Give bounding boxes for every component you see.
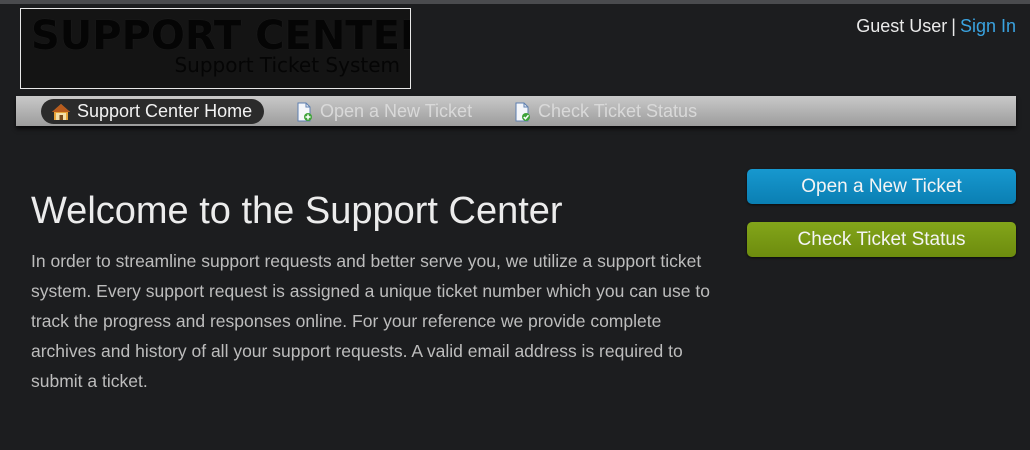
ticket-status-icon <box>515 102 530 121</box>
nav-home-label: Support Center Home <box>77 101 253 121</box>
nav-open-ticket-label: Open a New Ticket <box>320 101 473 121</box>
page-title: Welcome to the Support Center <box>31 190 563 232</box>
nav-support-center-home[interactable]: Support Center Home <box>41 99 265 124</box>
sign-in-link[interactable]: Sign In <box>960 16 1016 36</box>
welcome-paragraph: In order to streamline support requests … <box>31 251 710 391</box>
user-info: Guest User | Sign In <box>856 16 1016 37</box>
logo-subtitle: Support Ticket System <box>174 53 400 77</box>
top-border <box>0 0 1030 4</box>
guest-user-label: Guest User <box>856 16 948 36</box>
user-separator: | <box>951 16 956 36</box>
nav-check-ticket-status[interactable]: Check Ticket Status <box>502 99 709 124</box>
main-navigation: Support Center Home Open a New Ticket Ch… <box>16 96 1016 126</box>
nav-open-new-ticket[interactable]: Open a New Ticket <box>284 99 484 124</box>
check-ticket-status-button[interactable]: Check Ticket Status <box>747 222 1016 257</box>
site-logo[interactable]: SUPPORT CENTER Support Ticket System <box>20 8 411 89</box>
home-icon <box>52 103 70 120</box>
nav-check-status-label: Check Ticket Status <box>538 101 698 121</box>
open-new-ticket-button[interactable]: Open a New Ticket <box>747 169 1016 204</box>
new-ticket-icon <box>297 102 312 121</box>
